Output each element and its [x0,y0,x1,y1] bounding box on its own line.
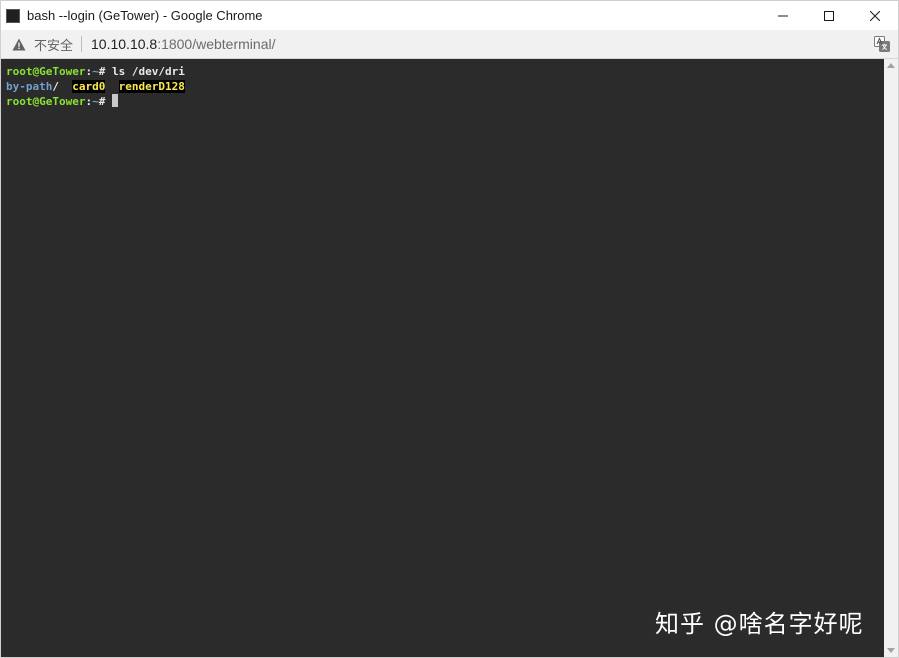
terminal-cursor [111,94,118,107]
vertical-scrollbar[interactable] [884,59,898,657]
watermark: 知乎 @啥名字好呢 [655,610,864,638]
window-controls [760,1,898,30]
address-bar[interactable]: 不安全 10.10.10.8:1800/webterminal/ [1,30,898,59]
terminal-app-icon [6,8,20,23]
output-device-render: renderD128 [118,80,185,93]
prompt-user: root@GeTower [6,95,86,108]
close-icon [870,10,880,21]
close-button[interactable] [852,1,898,30]
prompt-user: root@GeTower [6,65,86,78]
output-device-card: card0 [72,80,106,93]
title-bar[interactable]: bash --login (GeTower) - Google Chrome [1,1,898,30]
prompt-symbol: # [98,65,112,78]
scroll-down-icon[interactable] [887,648,895,653]
address-separator [81,36,83,52]
output-dir-suffix: / [52,80,59,93]
prompt-path: ~ [92,95,99,108]
url-host: 10.10.10.8 [91,36,158,52]
terminal-line: root@GeTower:~# [6,94,884,109]
prompt-path: ~ [92,65,99,78]
window-title: bash --login (GeTower) - Google Chrome [27,8,263,23]
url-path: :1800/webterminal/ [157,36,276,52]
maximize-button[interactable] [806,1,852,30]
warning-icon[interactable] [12,37,26,51]
translate-icon[interactable] [874,36,890,52]
terminal-screen[interactable]: root@GeTower:~# ls /dev/dri by-path/ car… [1,59,884,657]
minimize-button[interactable] [760,1,806,30]
terminal-line: by-path/ card0 renderD128 [6,79,884,94]
browser-window: bash --login (GeTower) - Google Chrome 不… [0,0,899,658]
command-text: ls /dev/dri [111,65,185,78]
security-status-label[interactable]: 不安全 [34,35,73,54]
output-dir-entry: by-path [6,80,53,93]
terminal-line: root@GeTower:~# ls /dev/dri [6,64,884,79]
scroll-up-icon[interactable] [887,63,895,68]
minimize-icon [778,15,788,16]
url-text[interactable]: 10.10.10.8:1800/webterminal/ [91,36,275,52]
prompt-symbol: # [98,95,112,108]
maximize-icon [824,10,834,21]
